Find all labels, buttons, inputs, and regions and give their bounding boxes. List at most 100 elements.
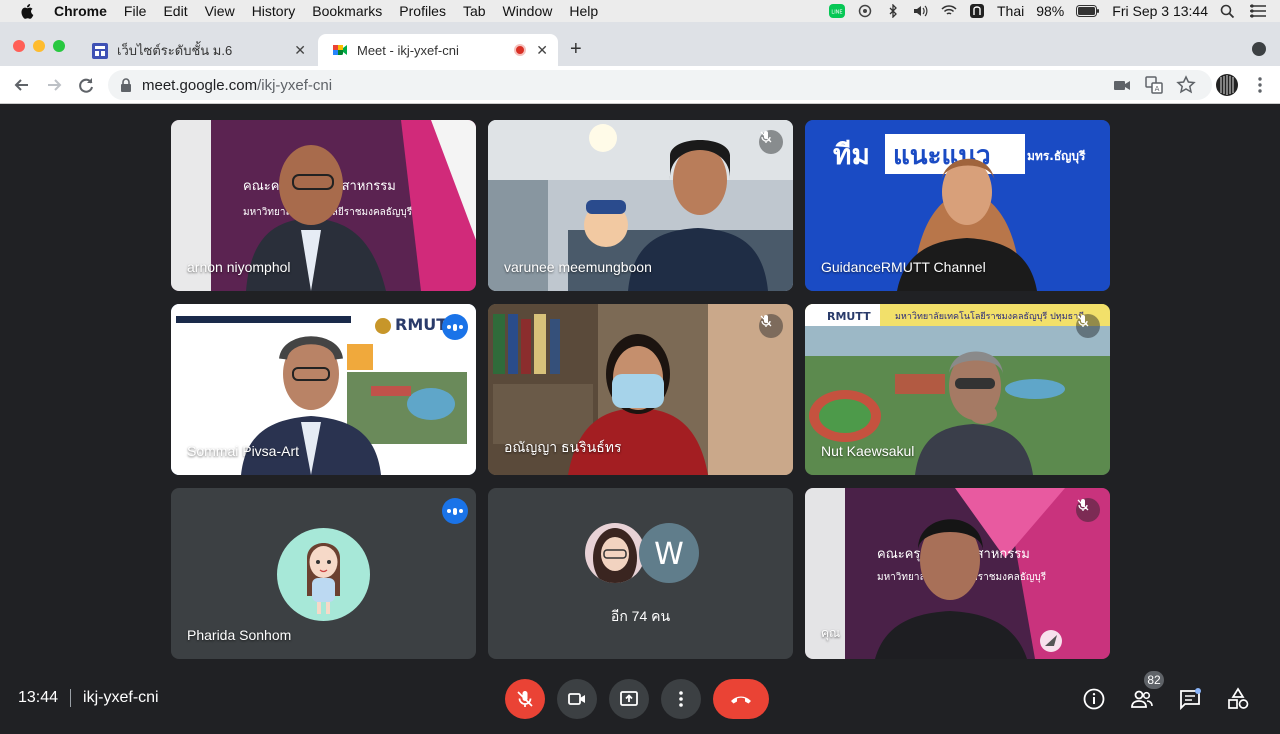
svg-text:A: A xyxy=(1155,85,1160,93)
menu-tab[interactable]: Tab xyxy=(463,3,486,19)
divider xyxy=(70,689,72,707)
others-tile[interactable]: W อีก 74 คน xyxy=(488,488,793,659)
self-name-label: คุณ xyxy=(821,626,841,640)
tab-grade6-website[interactable]: เว็บไซต์ระดับชั้น ม.6 ✕ xyxy=(78,34,316,67)
present-icon xyxy=(620,691,638,706)
tab-meet[interactable]: Meet - ikj-yxef-cni ✕ xyxy=(318,34,558,66)
volume-icon[interactable] xyxy=(913,4,929,18)
more-vert-icon xyxy=(679,691,683,707)
menu-help[interactable]: Help xyxy=(569,3,598,19)
participant-tile[interactable]: varunee meemungboon xyxy=(488,120,793,291)
camera-icon xyxy=(568,693,585,705)
participant-name: GuidanceRMUTT Channel xyxy=(821,259,986,275)
window-minimize-button[interactable] xyxy=(33,40,45,52)
participant-letter-avatar: W xyxy=(639,523,699,583)
profile-avatar[interactable] xyxy=(1215,73,1239,97)
menu-file[interactable]: File xyxy=(124,3,147,19)
activities-icon[interactable] xyxy=(1226,687,1250,711)
mic-off-icon xyxy=(1076,314,1100,338)
new-tab-button[interactable]: + xyxy=(570,38,582,61)
self-video: คณะครุศาสตร์อุตสาหกรรม มหาวิทยาลัยเทคโนโ… xyxy=(805,488,1110,659)
participant-avatar xyxy=(277,528,370,621)
menu-app-chrome[interactable]: Chrome xyxy=(54,3,107,19)
site-favicon-icon xyxy=(92,42,108,59)
svg-text:LINE: LINE xyxy=(831,10,842,16)
mac-menubar: Chrome File Edit View History Bookmarks … xyxy=(0,0,1280,22)
translate-icon[interactable]: A xyxy=(1144,75,1164,95)
more-options-button[interactable] xyxy=(661,679,701,719)
speaking-indicator-icon xyxy=(442,498,468,524)
reload-icon[interactable] xyxy=(76,75,96,95)
participant-name: varunee meemungboon xyxy=(504,259,652,275)
chat-icon[interactable] xyxy=(1178,687,1202,711)
present-screen-button[interactable] xyxy=(609,679,649,719)
meet-controls-bar: 13:44 ikj-yxef-cni 82 xyxy=(0,662,1280,734)
participant-name: อณัญญา ธนรินธ์ทร xyxy=(504,439,622,455)
recording-indicator-icon xyxy=(514,44,526,56)
meeting-code[interactable]: ikj-yxef-cni xyxy=(83,689,159,707)
participant-tile[interactable]: คณะครุศาสตร์อุตสาหกรรม มหาวิทยาลัยเทคโนโ… xyxy=(171,120,476,291)
tab-title: Meet - ikj-yxef-cni xyxy=(357,42,459,58)
window-close-button[interactable] xyxy=(13,40,25,52)
battery-icon[interactable] xyxy=(1076,4,1100,18)
tab-title: เว็บไซต์ระดับชั้น ม.6 xyxy=(117,43,233,58)
camera-in-use-icon[interactable] xyxy=(1112,75,1132,95)
mic-toggle-button[interactable] xyxy=(505,679,545,719)
apple-menu-icon[interactable] xyxy=(20,3,36,19)
participant-tile[interactable]: อณัญญา ธนรินธ์ทร xyxy=(488,304,793,475)
mic-off-icon xyxy=(1076,498,1100,522)
browser-toolbar: meet.google.com/ikj-yxef-cni A xyxy=(0,66,1280,104)
hang-up-icon xyxy=(731,696,751,704)
meeting-time: 13:44 xyxy=(18,689,59,706)
people-icon[interactable] xyxy=(1130,687,1154,711)
cloud-sync-icon[interactable] xyxy=(857,4,873,18)
mic-off-icon xyxy=(759,130,783,154)
battery-percent: 98% xyxy=(1036,3,1065,19)
menubar-clock[interactable]: Fri Sep 3 13:44 xyxy=(1112,3,1208,19)
google-meet-icon xyxy=(333,45,347,55)
menu-history[interactable]: History xyxy=(252,3,296,19)
participant-tile[interactable]: RMUTT มหาวิทยาลัยเทคโนโลยีราชมงคลธัญบุรี… xyxy=(805,304,1110,475)
banner-rmutt: มทร.ธัญบุรี xyxy=(1027,149,1086,164)
participant-name: arnon niyomphol xyxy=(187,259,291,275)
meeting-details-info-icon[interactable] xyxy=(1082,687,1106,711)
line-app-icon[interactable]: LINE xyxy=(829,4,845,18)
forward-arrow-icon[interactable] xyxy=(44,75,64,95)
bookmark-star-icon[interactable] xyxy=(1176,75,1196,95)
tab-close-icon[interactable]: ✕ xyxy=(294,42,306,59)
people-count-badge: 82 xyxy=(1144,671,1164,689)
participant-tile-active[interactable]: RMUTT Sommai Pivsa-Art xyxy=(171,304,476,475)
back-arrow-icon[interactable] xyxy=(12,75,32,95)
camera-toggle-button[interactable] xyxy=(557,679,597,719)
address-bar[interactable]: meet.google.com/ikj-yxef-cni xyxy=(108,70,1212,100)
self-tile[interactable]: คณะครุศาสตร์อุตสาหกรรม มหาวิทยาลัยเทคโนโ… xyxy=(805,488,1110,659)
url-path: /ikj-yxef-cni xyxy=(257,76,333,94)
input-source-icon[interactable] xyxy=(969,4,985,18)
bluetooth-icon[interactable] xyxy=(885,4,901,18)
others-count-label: อีก 74 คน xyxy=(610,608,671,624)
wifi-icon[interactable] xyxy=(941,4,957,18)
menu-profiles[interactable]: Profiles xyxy=(399,3,446,19)
control-center-icon[interactable] xyxy=(1248,4,1268,18)
mic-off-icon xyxy=(517,691,533,707)
tab-search-button[interactable] xyxy=(1252,42,1266,56)
chrome-menu-icon[interactable] xyxy=(1250,75,1270,95)
spotlight-search-icon[interactable] xyxy=(1220,4,1236,18)
menu-view[interactable]: View xyxy=(205,3,235,19)
url-host: meet.google.com xyxy=(142,76,258,94)
participant-name: Sommai Pivsa-Art xyxy=(187,443,300,459)
menu-bookmarks[interactable]: Bookmarks xyxy=(312,3,382,19)
participant-name: Pharida Sonhom xyxy=(187,627,292,643)
input-source-label[interactable]: Thai xyxy=(997,3,1024,19)
meeting-info: 13:44 ikj-yxef-cni xyxy=(18,689,159,707)
meet-stage: คณะครุศาสตร์อุตสาหกรรม มหาวิทยาลัยเทคโนโ… xyxy=(0,104,1280,734)
menu-window[interactable]: Window xyxy=(503,3,553,19)
leave-call-button[interactable] xyxy=(713,679,769,719)
window-zoom-button[interactable] xyxy=(53,40,65,52)
participant-tile[interactable]: Pharida Sonhom xyxy=(171,488,476,659)
menu-edit[interactable]: Edit xyxy=(163,3,187,19)
participant-name: Nut Kaewsakul xyxy=(821,443,915,459)
lock-icon[interactable] xyxy=(120,78,132,92)
participant-tile[interactable]: ทีม แนะแนว มทร.ธัญบุรี GuidanceRMUTT Cha… xyxy=(805,120,1110,291)
tab-close-icon[interactable]: ✕ xyxy=(536,42,548,59)
